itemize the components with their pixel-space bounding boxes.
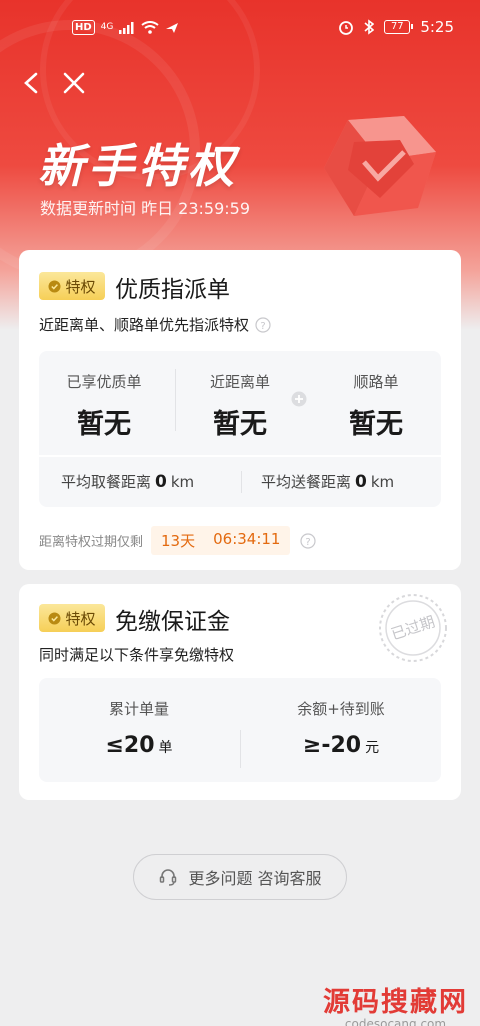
- card-description-text: 同时满足以下条件享免缴特权: [39, 646, 235, 664]
- requirement-value-text: ≥-20: [302, 733, 362, 758]
- customer-service-label: 更多问题 咨询客服: [188, 869, 322, 888]
- requirement-value: ≥-20 元: [241, 733, 441, 758]
- expire-countdown-row: 距离特权过期仅剩 13天 06:34:11 ?: [39, 526, 317, 555]
- requirement-value: ≤20 单: [39, 733, 239, 758]
- network-indicator: 4G: [100, 22, 114, 32]
- headset-icon: [160, 869, 177, 886]
- countdown-days: 13天: [161, 532, 196, 550]
- divider: [241, 471, 242, 493]
- bluetooth-icon: [364, 19, 375, 35]
- avg-pickup-distance: 平均取餐距离 0 km: [61, 471, 194, 492]
- requirement-balance: 余额+待到账 ≥-20 元: [241, 678, 441, 758]
- stat-quality-orders: 已享优质单 暂无: [39, 351, 169, 441]
- status-left: HD 4G: [72, 20, 179, 35]
- stat-label: 已享优质单: [66, 373, 142, 391]
- stat-near-orders: 近距离单 暂无: [175, 351, 305, 441]
- stat-value: 暂无: [349, 409, 403, 440]
- plus-icon: [291, 391, 307, 407]
- badge-label: 特权: [65, 609, 96, 628]
- expired-stamp-icon: 已过期: [379, 594, 447, 662]
- stat-route-orders: 顺路单 暂无: [311, 351, 441, 441]
- watermark-sub: codesocang.com: [344, 1017, 447, 1026]
- requirement-label: 余额+待到账: [297, 700, 385, 718]
- card-description: 近距离单、顺路单优先指派特权 ?: [39, 314, 271, 335]
- signal-icon: [119, 21, 134, 34]
- divider: [39, 455, 441, 457]
- requirement-value-text: ≤20: [105, 733, 155, 758]
- airplane-icon: [166, 22, 179, 33]
- card-title: 免缴保证金: [115, 609, 230, 635]
- stat-label: 近距离单: [209, 373, 270, 391]
- requirement-order-count: 累计单量 ≤20 单: [39, 678, 239, 758]
- delivery-value: 0: [355, 472, 367, 492]
- stat-value: 暂无: [77, 409, 131, 440]
- hd-indicator: HD: [72, 20, 95, 35]
- help-icon[interactable]: ?: [300, 532, 317, 549]
- delivery-unit: km: [370, 473, 395, 491]
- gem-shield-icon: [324, 116, 436, 216]
- close-icon[interactable]: [60, 68, 88, 98]
- card-description: 同时满足以下条件享免缴特权: [39, 644, 234, 665]
- data-update-time: 数据更新时间 昨日 23:59:59: [40, 199, 251, 218]
- privilege-card-assign: 特权 优质指派单 近距离单、顺路单优先指派特权 ? 已享优质单 暂无 近距离单 …: [19, 250, 461, 570]
- battery-icon: 77: [384, 20, 414, 34]
- help-icon[interactable]: ?: [255, 316, 271, 333]
- countdown-time: 06:34:11: [213, 530, 281, 548]
- privilege-badge: 特权: [39, 272, 105, 300]
- expire-label: 距离特权过期仅剩: [39, 535, 144, 550]
- assign-stats-panel: 已享优质单 暂无 近距离单 暂无 顺路单 暂无 平均取餐距离 0 km 平均送餐距离…: [39, 351, 441, 507]
- clock: 5:25: [420, 18, 454, 36]
- back-icon[interactable]: [18, 66, 48, 100]
- stat-label: 顺路单: [353, 373, 399, 391]
- watermark-main: 源码搜藏网: [323, 987, 468, 1018]
- requirement-unit: 单: [158, 740, 173, 756]
- countdown-badge: 13天 06:34:11: [151, 526, 291, 555]
- status-bar: HD 4G 77 5:25: [0, 0, 480, 56]
- stat-value: 暂无: [213, 409, 267, 440]
- pickup-label: 平均取餐距离: [61, 473, 152, 491]
- badge-label: 特权: [65, 277, 96, 296]
- wifi-icon: [141, 21, 159, 34]
- delivery-label: 平均送餐距离: [261, 473, 352, 491]
- card-title: 优质指派单: [115, 277, 230, 303]
- requirement-unit: 元: [365, 740, 380, 756]
- avg-delivery-distance: 平均送餐距离 0 km: [261, 471, 394, 492]
- watermark: 源码搜藏网 codesocang.com: [323, 988, 468, 1026]
- svg-text:?: ?: [306, 537, 311, 548]
- badge-shield-icon: [48, 280, 61, 292]
- privilege-card-deposit: 特权 免缴保证金 同时满足以下条件享免缴特权 已过期 累计单量 ≤20 单 余额+…: [19, 584, 461, 800]
- stamp-text: 已过期: [389, 612, 437, 643]
- svg-text:?: ?: [260, 321, 265, 332]
- card-description-text: 近距离单、顺路单优先指派特权: [39, 316, 250, 334]
- deposit-requirements-panel: 累计单量 ≤20 单 余额+待到账 ≥-20 元: [39, 678, 441, 782]
- page-title: 新手特权: [38, 139, 238, 193]
- status-right: 77 5:25: [338, 18, 454, 36]
- customer-service-button[interactable]: 更多问题 咨询客服: [133, 854, 347, 900]
- requirement-label: 累计单量: [108, 700, 169, 718]
- alarm-icon: [339, 21, 354, 35]
- privilege-badge: 特权: [39, 604, 105, 632]
- pickup-unit: km: [170, 473, 195, 491]
- pickup-value: 0: [155, 472, 167, 492]
- badge-shield-icon: [48, 612, 61, 624]
